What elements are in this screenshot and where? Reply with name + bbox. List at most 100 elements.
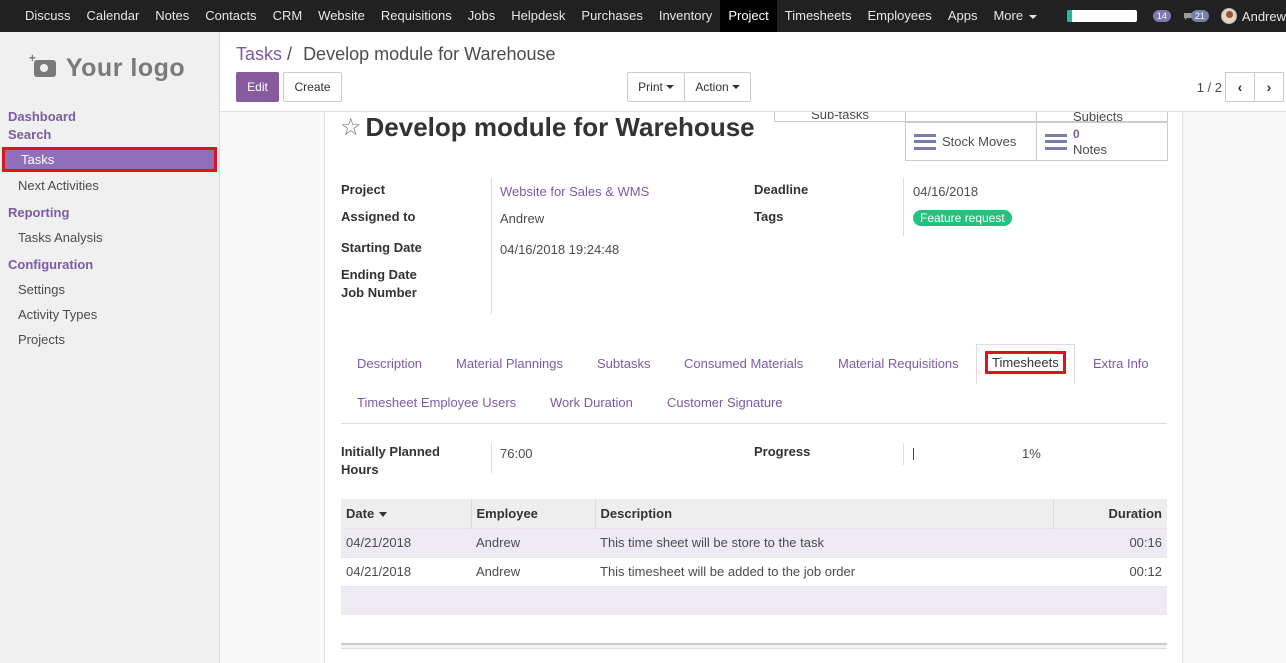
menu-helpdesk[interactable]: Helpdesk — [503, 0, 573, 32]
menu-calendar[interactable]: Calendar — [79, 0, 148, 32]
sidebar-item-dashboard[interactable]: Dashboard — [0, 108, 219, 126]
tab-material-requisitions[interactable]: Material Requisitions — [838, 356, 959, 371]
timesheet-table: Date Employee Description Duration 04/21… — [341, 499, 1167, 615]
menu-requisitions[interactable]: Requisitions — [373, 0, 460, 32]
tags-label: Tags — [754, 209, 784, 224]
systray: 14 21 Andrew — [1066, 0, 1286, 32]
project-value[interactable]: Website for Sales & WMS — [500, 184, 649, 199]
menu-project[interactable]: Project — [720, 0, 777, 32]
subtasks-smart-button[interactable]: Sub-tasks — [774, 112, 906, 122]
caret-down-icon — [731, 85, 740, 89]
tab-extra-info[interactable]: Extra Info — [1093, 356, 1149, 371]
menu-notes[interactable]: Notes — [147, 0, 197, 32]
sidebar-item-tasks[interactable]: Tasks — [2, 147, 217, 172]
usage-progress-fill — [1066, 10, 1073, 22]
table-footer — [341, 643, 1167, 649]
tab-timesheet-employee-users[interactable]: Timesheet Employee Users — [357, 395, 516, 410]
planned-hours-label-line1: Initially Planned — [341, 444, 440, 459]
task-title-text[interactable]: Develop module for Warehouse — [366, 112, 755, 143]
cell-employee: Andrew — [471, 556, 595, 586]
menu-purchases[interactable]: Purchases — [573, 0, 650, 32]
cell-duration: 00:16 — [1053, 527, 1167, 557]
deadline-label: Deadline — [754, 182, 809, 197]
list-icon — [914, 133, 936, 150]
sidebar-item-settings[interactable]: Settings — [0, 277, 219, 302]
pager-value[interactable]: 1 / 2 — [1197, 80, 1222, 95]
field-divider — [903, 178, 904, 236]
pager-previous-button[interactable]: ‹ — [1225, 72, 1255, 102]
menu-apps[interactable]: Apps — [940, 0, 986, 32]
menu-contacts[interactable]: Contacts — [197, 0, 264, 32]
sidebar-item-next-activities[interactable]: Next Activities — [0, 173, 219, 198]
field-divider — [491, 178, 492, 314]
notes-label: Notes — [1073, 141, 1107, 157]
pager-next-button[interactable]: › — [1254, 72, 1284, 102]
sidebar-item-activity-types[interactable]: Activity Types — [0, 302, 219, 327]
progress-bar — [913, 448, 914, 460]
tab-description[interactable]: Description — [357, 356, 422, 371]
column-header-description[interactable]: Description — [595, 499, 1054, 528]
subtasks-label: Sub-tasks — [811, 112, 869, 122]
starting-date-value[interactable]: 04/16/2018 19:24:48 — [500, 242, 619, 257]
sidebar-item-search[interactable]: Search — [0, 126, 219, 144]
empty-cell — [341, 585, 1167, 615]
table-row[interactable]: 04/21/2018 Andrew This time sheet will b… — [341, 527, 1167, 557]
column-header-date[interactable]: Date — [341, 499, 472, 528]
activity-menu[interactable]: 14 — [1152, 10, 1171, 22]
breadcrumb-tasks-link[interactable]: Tasks — [236, 44, 282, 64]
column-header-employee[interactable]: Employee — [471, 499, 596, 528]
sidebar-item-configuration[interactable]: Configuration — [0, 256, 219, 274]
tab-consumed-materials[interactable]: Consumed Materials — [684, 356, 803, 371]
planned-hours-label-line2: Hours — [341, 462, 379, 477]
stock-moves-smart-button[interactable]: Stock Moves — [905, 122, 1037, 161]
task-title: ☆ Develop module for Warehouse — [340, 112, 755, 143]
sidebar-item-reporting[interactable]: Reporting — [0, 204, 219, 222]
ending-date-label: Ending Date — [341, 267, 417, 282]
cell-description: This time sheet will be store to the tas… — [595, 527, 1053, 557]
smart-button-top-right[interactable]: Subjects — [1036, 112, 1168, 124]
table-row[interactable]: 04/21/2018 Andrew This timesheet will be… — [341, 556, 1167, 586]
tab-material-plannings[interactable]: Material Plannings — [456, 356, 563, 371]
sidebar-item-projects[interactable]: Projects — [0, 327, 219, 352]
column-header-duration[interactable]: Duration — [1053, 499, 1167, 528]
notes-smart-button[interactable]: 0 Notes — [1036, 122, 1168, 161]
messages-menu[interactable]: 21 — [1183, 10, 1209, 22]
menu-inventory[interactable]: Inventory — [651, 0, 720, 32]
menu-jobs[interactable]: Jobs — [460, 0, 503, 32]
user-menu[interactable]: Andrew — [1220, 8, 1286, 24]
breadcrumb-separator: / — [287, 44, 293, 64]
tab-timesheets[interactable]: Timesheets — [976, 344, 1075, 384]
star-icon[interactable]: ☆ — [340, 113, 362, 142]
create-button[interactable]: Create — [283, 72, 342, 102]
tab-subtasks[interactable]: Subtasks — [597, 356, 650, 371]
breadcrumb-current: Develop module for Warehouse — [303, 44, 556, 64]
smart-button-top-middle[interactable] — [905, 112, 1037, 122]
progress-value: 1% — [1022, 446, 1041, 461]
planned-hours-value[interactable]: 76:00 — [500, 446, 533, 461]
tab-timesheets-label: Timesheets — [985, 351, 1066, 374]
avatar — [1220, 8, 1237, 24]
form-sheet: Sub-tasks Subjects Stock Moves 0 Notes ☆… — [324, 112, 1183, 663]
assigned-value[interactable]: Andrew — [500, 211, 544, 226]
print-dropdown[interactable]: Print — [627, 72, 685, 102]
menu-more-dropdown[interactable]: More — [985, 0, 1045, 32]
cell-date: 04/21/2018 — [341, 556, 471, 586]
menu-crm[interactable]: CRM — [265, 0, 311, 32]
edit-button[interactable]: Edit — [236, 72, 279, 102]
sidebar-item-tasks-analysis[interactable]: Tasks Analysis — [0, 225, 219, 250]
tag-feature-request[interactable]: Feature request — [913, 210, 1012, 226]
tab-work-duration[interactable]: Work Duration — [550, 395, 633, 410]
tab-customer-signature[interactable]: Customer Signature — [667, 395, 783, 410]
usage-progress-bar[interactable] — [1066, 10, 1137, 22]
camera-icon — [29, 51, 56, 77]
deadline-value[interactable]: 04/16/2018 — [913, 184, 978, 199]
menu-discuss[interactable]: Discuss — [17, 0, 79, 32]
assigned-label: Assigned to — [341, 209, 416, 224]
menu-employees[interactable]: Employees — [860, 0, 940, 32]
menu-website[interactable]: Website — [310, 0, 373, 32]
menu-timesheets[interactable]: Timesheets — [777, 0, 860, 32]
column-header-date-label: Date — [346, 505, 375, 521]
company-logo[interactable]: Your logo — [0, 32, 219, 104]
print-label: Print — [638, 80, 663, 94]
action-dropdown[interactable]: Action — [684, 72, 751, 102]
